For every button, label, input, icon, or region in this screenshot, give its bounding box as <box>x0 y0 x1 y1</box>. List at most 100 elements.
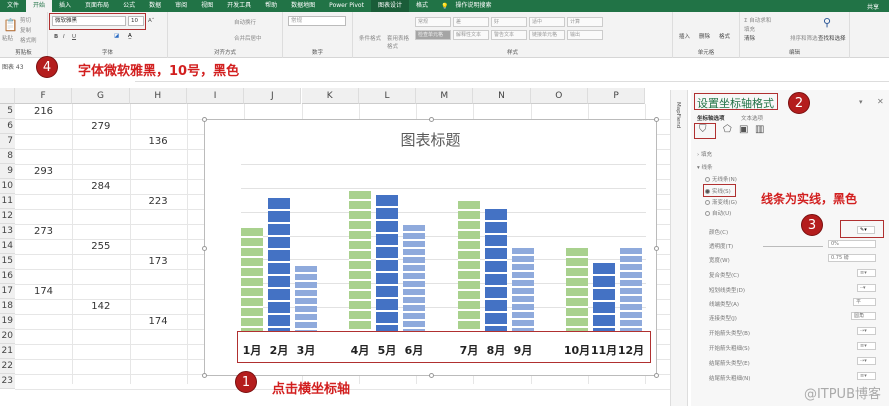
tab-formulas[interactable]: 公式 <box>116 0 142 12</box>
dash-type-select[interactable]: ┄▾ <box>857 284 876 292</box>
bar-5月[interactable] <box>376 195 398 331</box>
close-icon[interactable]: ✕ <box>877 97 884 106</box>
style-good[interactable]: 好 <box>491 17 527 27</box>
bar-11月[interactable] <box>593 263 615 331</box>
bar-1月[interactable] <box>241 227 263 331</box>
bar-9月[interactable] <box>512 248 534 331</box>
cell-H19[interactable]: 174 <box>130 314 187 329</box>
column-header-N[interactable]: N <box>473 88 531 104</box>
style-warning[interactable]: 警告文本 <box>491 30 527 40</box>
tab-page-layout[interactable]: 页面布局 <box>78 0 116 12</box>
cell-H7[interactable]: 136 <box>130 134 187 149</box>
tab-insert[interactable]: 插入 <box>52 0 78 12</box>
italic-button[interactable]: I <box>63 34 65 40</box>
end-arrow-type-select[interactable]: ⇢▾ <box>857 357 876 365</box>
cell-G10[interactable]: 284 <box>72 179 129 194</box>
row-header-22[interactable]: 22 <box>0 359 15 374</box>
width-input[interactable]: 0.75 磅 <box>828 254 876 262</box>
join-type-select[interactable]: 圆角 <box>851 312 876 320</box>
chart[interactable]: 图表标题 1月 2月 3月 4月 5月 6月 7月 8月 9月 10月 11月 12月 <box>202 117 659 378</box>
line-section[interactable]: ▾ 线条 <box>697 163 713 171</box>
row-header-5[interactable]: 5 <box>0 104 15 119</box>
style-output[interactable]: 输出 <box>567 30 603 40</box>
column-header-G[interactable]: G <box>72 88 130 104</box>
format-painter-button[interactable]: 格式刷 <box>20 36 37 44</box>
tab-developer[interactable]: 开发工具 <box>220 0 258 12</box>
row-header-16[interactable]: 16 <box>0 269 15 284</box>
delete-cells-button[interactable]: 删除 <box>699 32 710 40</box>
row-header-10[interactable]: 10 <box>0 179 15 194</box>
style-neutral[interactable]: 适中 <box>529 17 565 27</box>
row-header-6[interactable]: 6 <box>0 119 15 134</box>
tab-review[interactable]: 审阅 <box>168 0 194 12</box>
row-header-15[interactable]: 15 <box>0 254 15 269</box>
clear-button[interactable]: 清除 <box>744 34 755 42</box>
cell-F13[interactable]: 273 <box>15 224 72 239</box>
horizontal-axis-highlight[interactable] <box>237 331 651 363</box>
radio-auto-line[interactable]: 自动(U) <box>705 209 731 217</box>
cell-F9[interactable]: 293 <box>15 164 72 179</box>
bar-7月[interactable] <box>458 200 480 331</box>
cap-type-select[interactable]: 平 <box>853 298 876 306</box>
row-header-21[interactable]: 21 <box>0 344 15 359</box>
share-button[interactable]: 共享 <box>867 2 889 11</box>
column-header-K[interactable]: K <box>301 88 359 104</box>
resize-handle[interactable] <box>202 373 207 378</box>
tab-file[interactable]: 文件 <box>0 0 26 12</box>
column-header-O[interactable]: O <box>530 88 588 104</box>
row-header-13[interactable]: 13 <box>0 224 15 239</box>
row-header-8[interactable]: 8 <box>0 149 15 164</box>
cell-F5[interactable]: 216 <box>15 104 72 119</box>
row-header-19[interactable]: 19 <box>0 314 15 329</box>
resize-handle[interactable] <box>202 117 207 122</box>
underline-button[interactable]: U <box>72 34 76 40</box>
formula-bar[interactable] <box>135 60 889 82</box>
conditional-format-button[interactable]: 条件格式 <box>359 34 385 42</box>
cell-G6[interactable]: 279 <box>72 119 129 134</box>
row-header-12[interactable]: 12 <box>0 209 15 224</box>
style-normal[interactable]: 常规 <box>415 17 451 27</box>
bar-4月[interactable] <box>349 191 371 331</box>
tab-data[interactable]: 数据 <box>142 0 168 12</box>
bar-8月[interactable] <box>485 209 507 331</box>
size-properties-icon[interactable]: ▣ <box>739 124 748 135</box>
side-strip-label[interactable]: MapFiend <box>675 102 681 128</box>
resize-handle[interactable] <box>429 373 434 378</box>
tell-me-search[interactable]: 操作说明搜索 <box>448 0 498 12</box>
row-header-17[interactable]: 17 <box>0 284 15 299</box>
style-check-cell[interactable]: 检查单元格 <box>415 30 451 40</box>
tab-data-map[interactable]: 数据地图 <box>284 0 322 12</box>
number-format-select[interactable]: 常规 <box>288 16 346 26</box>
resize-handle[interactable] <box>654 117 659 122</box>
axis-options-tab[interactable]: 坐标轴选项 <box>697 114 725 122</box>
transparency-input[interactable]: 0% <box>828 240 876 248</box>
insert-cells-button[interactable]: 插入 <box>679 32 690 40</box>
pane-options-icon[interactable]: ▾ <box>859 98 863 106</box>
style-explanatory[interactable]: 解释性文本 <box>453 30 489 40</box>
radio-no-line[interactable]: 无线条(N) <box>705 175 737 183</box>
begin-arrow-type-select[interactable]: ⇢▾ <box>857 327 876 335</box>
tab-chart-design[interactable]: 图表设计 <box>370 0 409 12</box>
column-header-I[interactable]: I <box>186 88 245 104</box>
resize-handle[interactable] <box>202 246 207 251</box>
bar-10月[interactable] <box>566 247 588 331</box>
style-calculation[interactable]: 计算 <box>567 17 603 27</box>
find-select-button[interactable]: 查找和选择 <box>818 34 846 42</box>
bar-6月[interactable] <box>403 224 425 331</box>
transparency-slider[interactable] <box>763 246 823 247</box>
bar-12月[interactable] <box>620 247 642 331</box>
row-header-7[interactable]: 7 <box>0 134 15 149</box>
column-header-H[interactable]: H <box>129 88 187 104</box>
select-all-corner[interactable] <box>0 88 15 104</box>
paste-button[interactable]: 粘贴 <box>2 34 13 42</box>
column-header-F[interactable]: F <box>15 88 73 104</box>
row-header-20[interactable]: 20 <box>0 329 15 344</box>
begin-arrow-size-select[interactable]: ≡▾ <box>857 342 876 350</box>
grow-font-icon[interactable]: A˄ <box>148 18 155 24</box>
cut-button[interactable]: 剪切 <box>20 16 31 24</box>
autosum-button[interactable]: Σ 自动求和 <box>744 16 771 24</box>
merge-center-button[interactable]: 合并后居中 <box>234 34 262 42</box>
cell-G14[interactable]: 255 <box>72 239 129 254</box>
column-header-P[interactable]: P <box>588 88 646 104</box>
resize-handle[interactable] <box>429 117 434 122</box>
